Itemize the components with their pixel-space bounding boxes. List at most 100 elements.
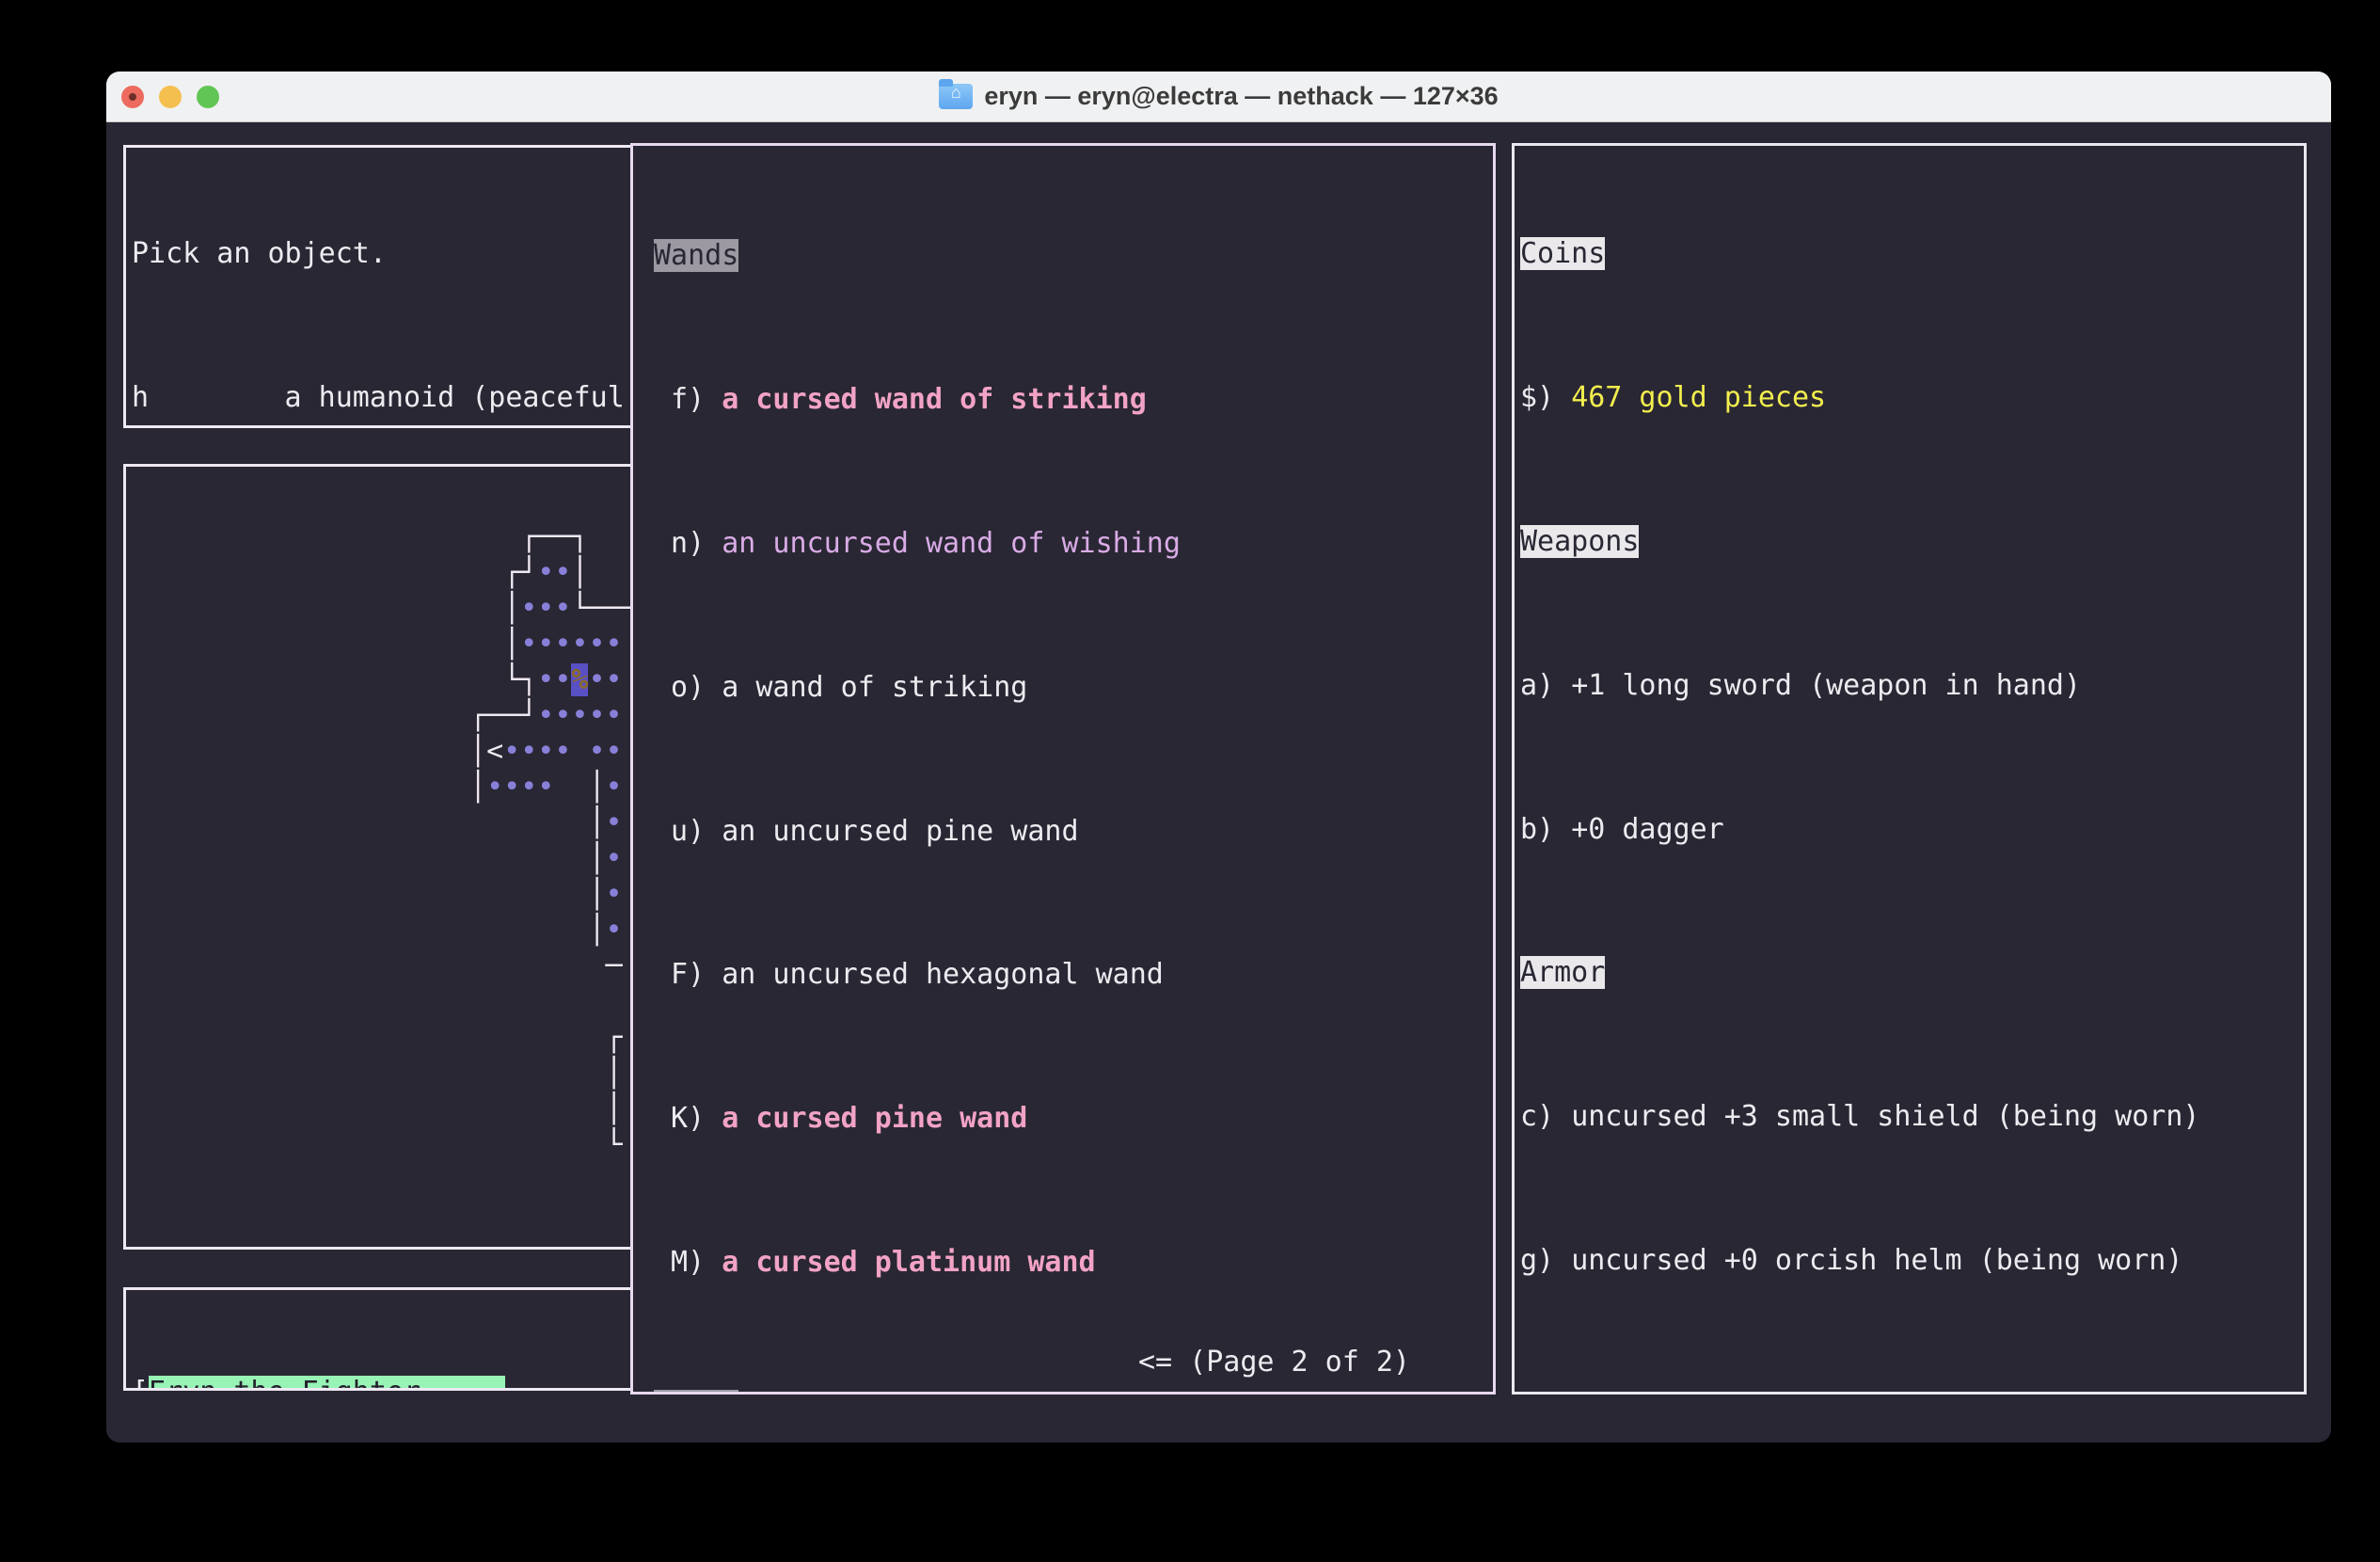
terminal-window: eryn — eryn@electra — nethack — 127×36 P…	[106, 72, 2331, 1442]
item-selector-letter: o)	[654, 671, 722, 704]
wall-glyph: └	[606, 1128, 623, 1161]
item-selector-letter: l)	[1520, 1388, 1571, 1395]
item-selector-letter: g)	[1520, 1244, 1571, 1277]
inventory-line[interactable]: M) a cursed platinum wand	[654, 1245, 1493, 1281]
floor-dot: •	[606, 842, 623, 875]
item-selector-letter: f)	[654, 383, 722, 416]
message-line: Pick an object.	[132, 236, 633, 272]
floor-dot: •	[537, 735, 554, 768]
item-text: +2 silver dragon scale mail (being worn)	[1571, 1388, 2250, 1395]
wall-glyph: ┘	[520, 699, 537, 732]
dungeon-map[interactable]: ┌──┐ ┌┘••│ │•••└─── │•••••• └┐••%••┌──┘•…	[469, 519, 636, 1163]
message-text: h a humanoid (peaceful	[132, 381, 625, 414]
inventory-line[interactable]: Armor	[1520, 955, 2304, 991]
item-text: Coins	[1520, 237, 1605, 270]
floor-dot: •	[606, 771, 623, 804]
floor-dot: •	[606, 663, 623, 696]
item-text: Wands	[654, 239, 738, 272]
wall-glyph: ─	[486, 699, 503, 732]
wall-glyph: │	[588, 806, 605, 839]
item-text: a wand of striking	[722, 671, 1027, 704]
item-selector-letter: M)	[654, 1246, 722, 1279]
message-panel: Pick an object. h a humanoid (peaceful P…	[123, 145, 636, 428]
floor-dot: •	[606, 878, 623, 911]
floor-dot: •	[537, 628, 554, 661]
item-selector-letter: u)	[654, 815, 722, 848]
inventory-page-lines: Wands f) a cursed wand of striking n) an…	[633, 146, 1493, 1395]
inventory-line[interactable]: l) +2 silver dragon scale mail (being wo…	[1520, 1387, 2304, 1395]
inventory-line[interactable]: Coins	[1520, 236, 2304, 272]
item-text: uncursed +3 small shield (being worn)	[1571, 1100, 2199, 1133]
item-selector-letter: F)	[654, 958, 722, 991]
wall-glyph: ─	[606, 592, 623, 625]
inventory-line[interactable]: g) uncursed +0 orcish helm (being worn)	[1520, 1243, 2304, 1279]
item-selector-letter: n)	[654, 527, 722, 560]
inventory-line[interactable]: K) a cursed pine wand	[654, 1101, 1493, 1137]
wall-glyph: │	[606, 1057, 623, 1090]
inventory-line[interactable]: o) a wand of striking	[654, 670, 1493, 706]
inventory-line[interactable]: c) uncursed +3 small shield (being worn)	[1520, 1099, 2304, 1135]
wall-glyph: ─	[503, 699, 520, 732]
floor-dot: •	[554, 663, 571, 696]
floor-dot: •	[606, 914, 623, 947]
item-text: a cursed wand of striking	[722, 383, 1147, 416]
floor-dot: •	[588, 628, 605, 661]
inventory-line[interactable]: b) +0 dagger	[1520, 812, 2304, 848]
inventory-line[interactable]: Wands	[654, 238, 1493, 274]
map-panel: ┌──┐ ┌┘••│ │•••└─── │•••••• └┐••%••┌──┘•…	[123, 464, 636, 1250]
floor-dot: •	[554, 735, 571, 768]
floor-dot: •	[503, 771, 520, 804]
full-inventory-lines: Coins $) 467 gold pieces Weapons a) +1 l…	[1515, 146, 2304, 1395]
inventory-line[interactable]: a) +1 long sword (weapon in hand)	[1520, 668, 2304, 704]
wall-glyph: └	[503, 663, 520, 696]
minimize-button[interactable]	[159, 86, 182, 108]
wall-glyph: ┐	[520, 663, 537, 696]
floor-dot: •	[571, 628, 588, 661]
wall-glyph: │	[503, 592, 520, 625]
floor-dot: •	[520, 735, 537, 768]
wall-glyph: │	[503, 628, 520, 661]
inventory-line[interactable]: f) a cursed wand of striking	[654, 382, 1493, 418]
floor-dot: •	[503, 735, 520, 768]
wall-glyph: └	[571, 592, 588, 625]
wall-glyph: ┌	[503, 556, 520, 589]
wall-glyph: ┐	[571, 520, 588, 553]
food-item-cursor: %	[571, 663, 588, 696]
inventory-line[interactable]: F) an uncursed hexagonal wand	[654, 957, 1493, 993]
wall-glyph: │	[606, 1092, 623, 1125]
window-title: eryn — eryn@electra — nethack — 127×36	[984, 82, 1498, 111]
status-name-line: [Eryn the Fighter	[132, 1375, 633, 1391]
floor-dot: •	[606, 628, 623, 661]
message-lines: Pick an object. h a humanoid (peaceful P…	[126, 148, 633, 428]
item-selector-letter: a)	[1520, 669, 1571, 702]
full-inventory-panel: Coins $) 467 gold pieces Weapons a) +1 l…	[1512, 143, 2307, 1395]
wall-glyph: │	[588, 771, 605, 804]
wall-glyph: │	[588, 914, 605, 947]
inventory-line[interactable]: n) an uncursed wand of wishing	[654, 526, 1493, 562]
floor-dot: •	[606, 699, 623, 732]
floor-dot: •	[571, 699, 588, 732]
zoom-button[interactable]	[197, 86, 219, 108]
wall-glyph: ─	[554, 520, 571, 553]
proxy-folder-icon[interactable]	[939, 84, 973, 109]
item-text: Armor	[1520, 956, 1605, 989]
wall-glyph: ┘	[520, 556, 537, 589]
message-text: Pick an object.	[132, 237, 387, 270]
close-button[interactable]	[121, 86, 144, 108]
inventory-line[interactable]: $) 467 gold pieces	[1520, 380, 2304, 416]
floor-dot: •	[537, 592, 554, 625]
wall-glyph: ─	[606, 949, 623, 982]
inventory-line[interactable]: Weapons	[1520, 524, 2304, 560]
floor-dot: •	[554, 556, 571, 589]
floor-dot: •	[520, 592, 537, 625]
floor-dot: •	[588, 699, 605, 732]
floor-dot: •	[537, 699, 554, 732]
page-indicator[interactable]: <= (Page 2 of 2)	[1138, 1345, 1410, 1380]
wall-glyph: │	[571, 556, 588, 589]
inventory-line[interactable]: Tools	[654, 1389, 1493, 1395]
wall-glyph: ┌	[469, 699, 486, 732]
inventory-line[interactable]: u) an uncursed pine wand	[654, 814, 1493, 850]
item-selector-letter: c)	[1520, 1100, 1571, 1133]
wall-glyph: ┌	[606, 1021, 623, 1054]
titlebar[interactable]: eryn — eryn@electra — nethack — 127×36	[106, 72, 2331, 122]
